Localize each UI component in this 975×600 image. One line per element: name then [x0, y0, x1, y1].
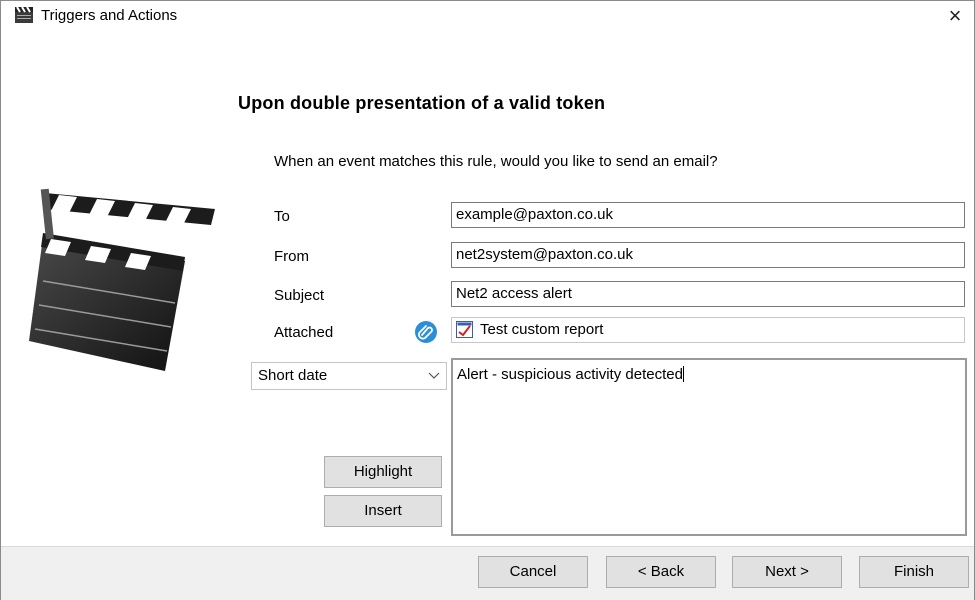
to-label: To — [274, 208, 290, 225]
highlight-button[interactable]: Highlight — [324, 456, 442, 488]
cancel-button[interactable]: Cancel — [478, 556, 588, 588]
attached-field[interactable]: Test custom report — [451, 317, 965, 343]
attach-button[interactable] — [415, 321, 437, 343]
insert-button[interactable]: Insert — [324, 495, 442, 527]
to-field[interactable]: example@paxton.co.uk — [451, 202, 965, 228]
clapperboard-icon — [15, 6, 33, 23]
subject-label: Subject — [274, 287, 325, 304]
attached-label: Attached — [274, 324, 334, 341]
clapperboard-icon — [29, 188, 215, 371]
email-question: When an event matches this rule, would y… — [274, 153, 718, 170]
insert-field-dropdown[interactable]: Short date — [251, 362, 447, 390]
page-title: Upon double presentation of a valid toke… — [238, 93, 606, 113]
from-label: From — [274, 248, 309, 265]
report-icon — [456, 321, 473, 338]
message-body-text: Alert - suspicious activity detected — [457, 366, 683, 383]
window-title: Triggers and Actions — [41, 7, 178, 24]
paperclip-icon[interactable] — [415, 321, 437, 343]
from-field[interactable]: net2system@paxton.co.uk — [451, 242, 965, 268]
finish-button[interactable]: Finish — [859, 556, 969, 588]
title-bar: Triggers and Actions × — [1, 1, 974, 31]
dialog-footer: Cancel < Back Next > Finish — [1, 546, 974, 600]
close-button[interactable]: × — [936, 1, 974, 31]
back-button[interactable]: < Back — [606, 556, 716, 588]
text-caret — [682, 366, 684, 382]
attached-report-name: Test custom report — [480, 321, 604, 338]
chevron-down-icon[interactable] — [428, 363, 440, 389]
message-body-textarea[interactable]: Alert - suspicious activity detected — [451, 358, 967, 536]
subject-field[interactable]: Net2 access alert — [451, 281, 965, 307]
dropdown-selected-value: Short date — [258, 367, 328, 384]
close-icon[interactable]: × — [949, 3, 962, 28]
next-button[interactable]: Next > — [732, 556, 842, 588]
triggers-actions-dialog: Triggers and Actions × Upon double prese… — [0, 0, 975, 600]
